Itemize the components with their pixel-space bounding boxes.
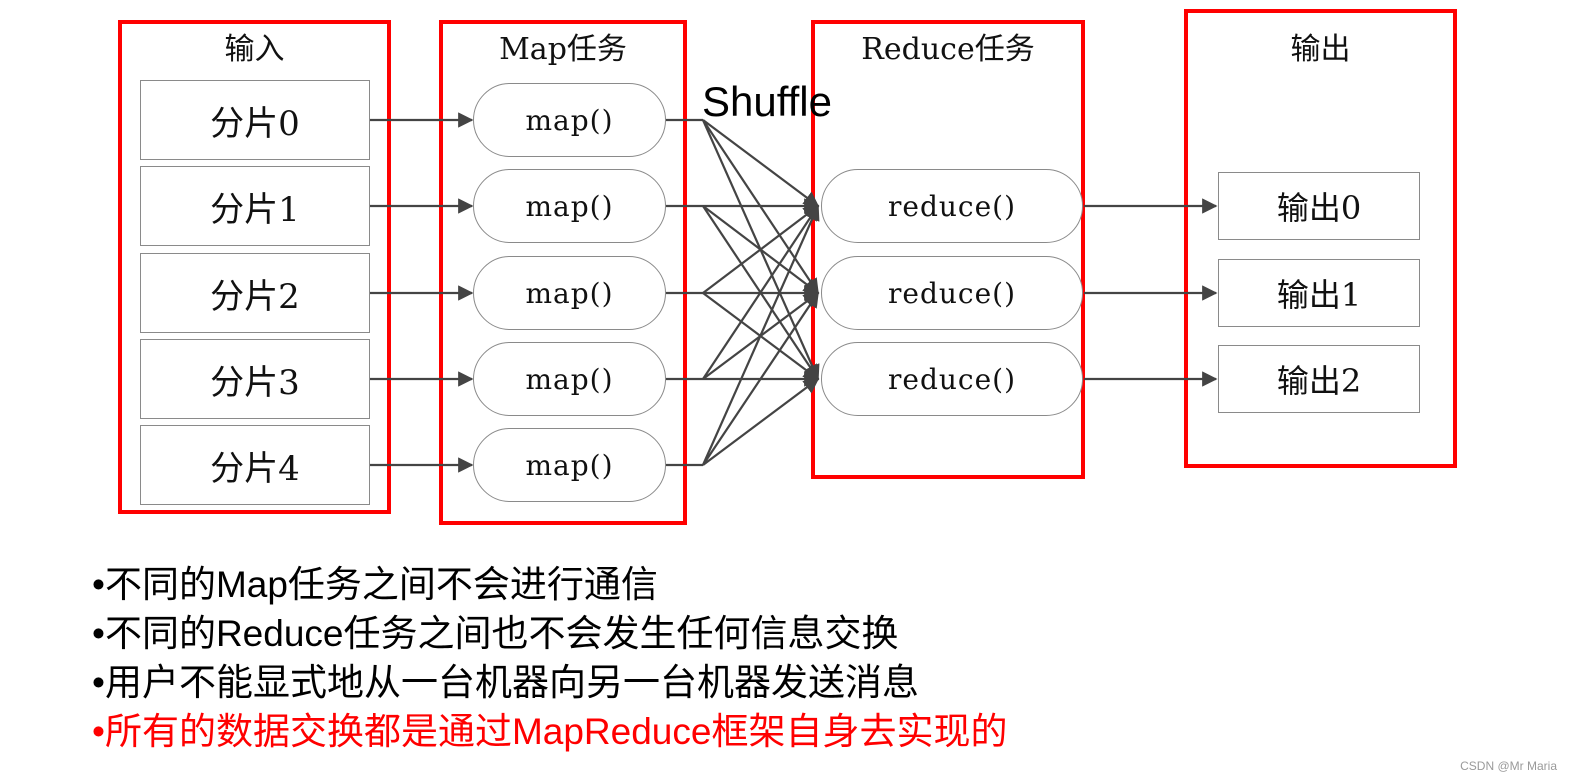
input-split-2: 分片2: [140, 253, 370, 333]
shuffle-label: Shuffle: [702, 78, 832, 125]
map-task-3: map(): [473, 342, 666, 416]
map-task-1: map(): [473, 169, 666, 243]
input-split-1: 分片1: [140, 166, 370, 246]
shuffle-edge-4-2: [702, 378, 820, 466]
notes-list: •不同的Map任务之间不会进行通信 •不同的Reduce任务之间也不会发生任何信…: [92, 560, 1007, 756]
output-file-2: 输出2: [1218, 345, 1420, 413]
map-task-4: map(): [473, 428, 666, 502]
map-task-0: map(): [473, 83, 666, 157]
note-no-explicit-messaging: •用户不能显式地从一台机器向另一台机器发送消息: [92, 662, 919, 703]
map-task-2: map(): [473, 256, 666, 330]
input-split-4: 分片4: [140, 425, 370, 505]
shuffle-edge-0-0: [702, 119, 820, 207]
input-split-0: 分片0: [140, 80, 370, 160]
note-framework-exchange: •所有的数据交换都是通过MapReduce框架自身去实现的: [92, 711, 1008, 752]
output-file-0: 输出0: [1218, 172, 1420, 240]
shuffle-edge-4-0: [701, 204, 820, 466]
reduce-task-1: reduce(): [821, 256, 1083, 330]
output-file-1: 输出1: [1218, 259, 1420, 327]
note-reduce-no-exchange: •不同的Reduce任务之间也不会发生任何信息交换: [92, 613, 899, 654]
reduce-task-2: reduce(): [821, 342, 1083, 416]
watermark: CSDN @Mr Maria: [1460, 759, 1557, 773]
reduce-task-0: reduce(): [821, 169, 1083, 243]
note-map-no-communication: •不同的Map任务之间不会进行通信: [92, 564, 658, 605]
input-split-3: 分片3: [140, 339, 370, 419]
